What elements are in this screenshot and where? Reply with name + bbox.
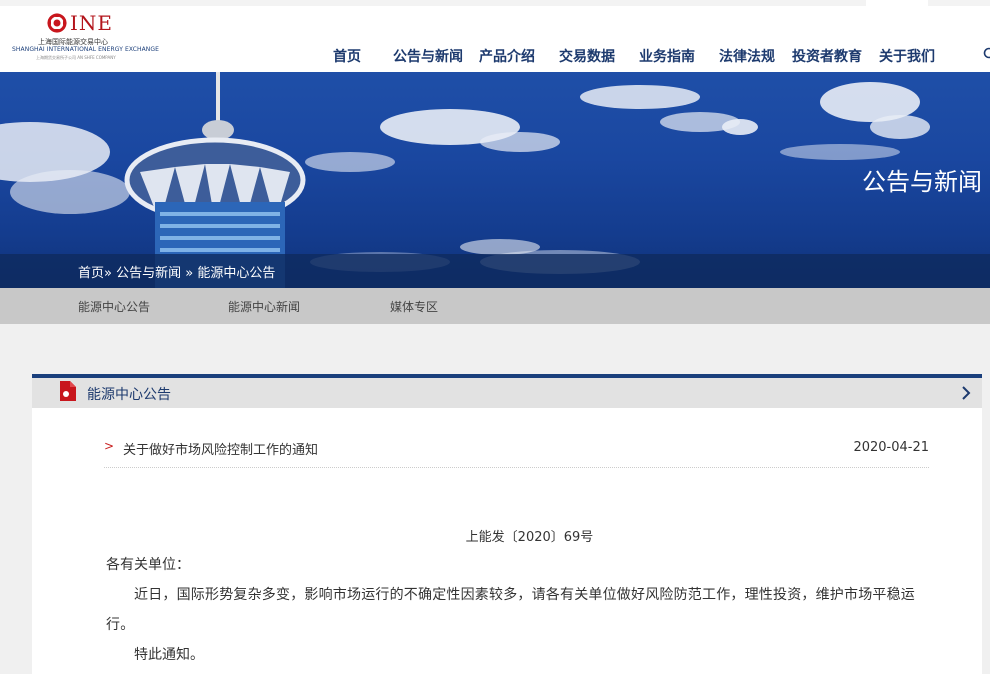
panel-header [32,378,982,408]
nav-item-home[interactable]: 首页 [333,46,361,66]
nav-item-laws[interactable]: 法律法规 [719,46,775,66]
subnav-item-announcements[interactable]: 能源中心公告 [78,298,150,315]
chevron-right-icon[interactable] [960,385,972,401]
search-icon[interactable] [982,47,990,61]
nav-item-investor-education[interactable]: 投资者教育 [792,46,862,66]
top-strip [0,0,990,6]
article-marker: > [104,439,114,453]
document-icon [58,381,76,401]
nav-item-trading-data[interactable]: 交易数据 [559,46,615,66]
nav-item-products[interactable]: 产品介绍 [479,46,535,66]
breadcrumb-current[interactable]: 能源中心公告 [197,266,275,281]
nav-item-business-guide[interactable]: 业务指南 [639,46,695,66]
nav-item-news[interactable]: 公告与新闻 [393,46,463,66]
article-header: > 关于做好市场风险控制工作的通知 2020-04-21 [104,438,929,468]
sub-nav: 能源中心公告 能源中心新闻 媒体专区 [0,288,990,324]
logo-subtitle: 上海期货交易所子公司 AN SHFE COMPANY [36,55,116,61]
article-salutation: 各有关单位： [106,550,190,580]
article-closing: 特此通知。 [134,640,204,670]
site-header: INE 上海国际能源交易中心 SHANGHAI INTERNATIONAL EN… [0,0,990,72]
article-title: 关于做好市场风险控制工作的通知 [123,439,318,458]
banner-title: 公告与新闻 [862,162,982,197]
subnav-item-media[interactable]: 媒体专区 [390,298,438,315]
subnav-item-news[interactable]: 能源中心新闻 [228,298,300,315]
article-date: 2020-04-21 [853,440,929,455]
content-panel: 能源中心公告 > 关于做好市场风险控制工作的通知 2020-04-21 上能发〔… [32,374,982,674]
nav-item-about[interactable]: 关于我们 [879,46,935,66]
logo-name-en: SHANGHAI INTERNATIONAL ENERGY EXCHANGE [12,46,159,53]
breadcrumb-separator: » [185,266,193,281]
panel-title: 能源中心公告 [87,384,171,404]
document-number: 上能发〔2020〕69号 [32,526,982,545]
breadcrumb-news[interactable]: 公告与新闻 [116,266,181,281]
article-body: 近日，国际形势复杂多变，影响市场运行的不确定性因素较多，请各有关单位做好风险防范… [106,580,916,640]
top-strip-tab [866,0,928,6]
breadcrumb: 首页» 公告与新闻 » 能源中心公告 [78,262,275,281]
breadcrumb-home[interactable]: 首页» [78,266,112,281]
site-logo[interactable]: INE 上海国际能源交易中心 SHANGHAI INTERNATIONAL EN… [12,12,152,64]
ine-logo-icon [46,12,68,34]
page-banner: 公告与新闻 首页» 公告与新闻 » 能源中心公告 [0,72,990,288]
logo-brand: INE [70,11,113,35]
